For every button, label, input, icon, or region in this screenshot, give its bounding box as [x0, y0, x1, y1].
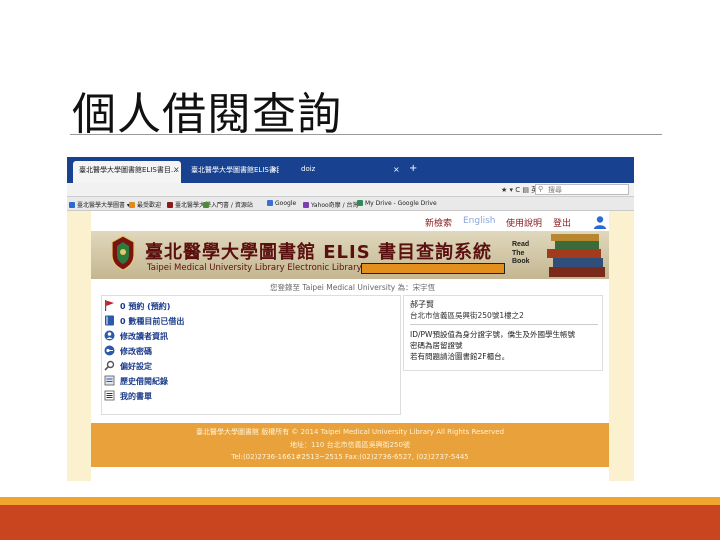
patron-name: 郝子賢 — [410, 300, 434, 309]
patron-menu: 0 預約 (預約) 0 數種目前已借出 修改讀者資訊 修改密碼 偏好設定 歷史借… — [101, 295, 401, 415]
flag-icon — [105, 300, 114, 311]
university-emblem-icon — [111, 235, 135, 271]
menu-label: 我的書單 — [120, 392, 152, 401]
read-the-book-label: Read The Book — [512, 241, 530, 265]
highlight-bar — [361, 263, 505, 274]
bookmark-item[interactable]: 入門書 / 資源站 — [203, 200, 253, 209]
menu-label: 偏好設定 — [120, 362, 152, 371]
banner-title: 臺北醫學大學圖書館 ELIS 書目查詢系統 — [145, 242, 492, 263]
bookmark-icon — [129, 202, 135, 208]
new-search-link[interactable]: 新檢索 — [425, 216, 452, 229]
key-icon — [104, 345, 115, 356]
bookmark-icon — [303, 202, 309, 208]
user-edit-icon — [104, 330, 115, 341]
menu-label: 0 預約 (預約) — [120, 302, 171, 311]
bookmark-item[interactable]: Yahoo奇摩 / 台灣 — [303, 200, 359, 209]
library-page: 新檢索 English 使用說明 登出 臺北醫學大學圖書館 ELIS 書目查詢系… — [91, 211, 609, 481]
top-links: 新檢索 English 使用說明 登出 — [91, 213, 609, 229]
menu-label: 歷史借閱紀錄 — [120, 377, 168, 386]
patron-address: 台北市信義區吳興街250號1樓之2 — [410, 311, 524, 320]
new-tab-icon[interactable]: + — [409, 163, 417, 174]
address-bar: ★ ▾ C ▤ 英巽 ⚲ 搜尋 — [67, 183, 634, 197]
tab-elis-2[interactable]: 臺北醫學大學圖書館ELIS書目… — [185, 161, 279, 183]
slide-footer-band — [0, 505, 720, 540]
slide-title: 個人借閱查詢 — [72, 89, 342, 140]
menu-label: 0 數種目前已借出 — [120, 317, 185, 326]
books-stack-icon — [547, 234, 605, 277]
tab-close-icon[interactable]: × — [393, 165, 400, 174]
list-icon — [104, 390, 115, 401]
tab-close-icon[interactable]: × — [271, 165, 278, 174]
bookmark-item[interactable]: My Drive - Google Drive — [357, 200, 437, 207]
banner-subtitle: Taipei Medical University Library Electr… — [147, 263, 362, 273]
search-icon — [104, 360, 115, 371]
info-note: ID/PW預設值為身分證字號，僑生及外國學生帳號 — [410, 330, 575, 339]
site-footer: 臺北醫學大學圖書館 版權所有 © 2014 Taipei Medical Uni… — [91, 423, 609, 467]
logout-link[interactable]: 登出 — [553, 216, 571, 229]
menu-label: 修改密碼 — [120, 347, 152, 356]
english-link[interactable]: English — [463, 216, 496, 226]
bookmark-item[interactable]: Google — [267, 200, 296, 207]
book-icon — [105, 315, 114, 326]
bookmark-icon — [203, 202, 209, 208]
bookmark-icon — [167, 202, 173, 208]
title-divider — [70, 134, 662, 135]
info-note: 密碼為居留證號 — [410, 341, 463, 350]
footer-address: 地址：110 台北市信義區吳興街250號 — [290, 441, 410, 449]
welcome-text: 您登錄至 Taipei Medical University 為：宋宇恆 — [270, 283, 436, 292]
history-icon — [104, 375, 115, 386]
browser-search-input[interactable]: ⚲ 搜尋 — [535, 184, 629, 195]
footer-copyright: 臺北醫學大學圖書館 版權所有 © 2014 Taipei Medical Uni… — [195, 428, 505, 436]
tab-close-icon[interactable]: × — [173, 165, 180, 174]
tab-doiz[interactable]: doiz — [295, 161, 385, 183]
slide-accent-stripe — [0, 497, 720, 505]
menu-label: 修改讀者資訊 — [120, 332, 168, 341]
site-banner: 臺北醫學大學圖書館 ELIS 書目查詢系統 Taipei Medical Uni… — [91, 231, 609, 279]
info-divider — [410, 324, 598, 325]
footer-contact: Tel:(02)2736-1661#2513~2515 Fax:(02)2736… — [231, 453, 469, 461]
browser-screenshot: 臺北醫學大學圖書館ELIS書目… × 臺北醫學大學圖書館ELIS書目… × do… — [67, 157, 634, 481]
info-note: 若有問題請洽圖書館2F櫃台。 — [410, 352, 510, 361]
tab-elis-1[interactable]: 臺北醫學大學圖書館ELIS書目… — [73, 161, 181, 183]
bookmark-item[interactable]: 臺北醫學大學圖書 ▾ — [69, 200, 130, 209]
patron-info-box: 郝子賢 台北市信義區吳興街250號1樓之2 ID/PW預設值為身分證字號，僑生及… — [403, 295, 603, 371]
bookmark-icon — [267, 200, 273, 206]
user-icon[interactable] — [593, 215, 607, 229]
help-link[interactable]: 使用說明 — [506, 216, 542, 229]
bookmark-icon — [357, 200, 363, 206]
search-icon: ⚲ — [538, 185, 544, 193]
search-placeholder: 搜尋 — [548, 186, 562, 194]
browser-tab-bar: 臺北醫學大學圖書館ELIS書目… × 臺北醫學大學圖書館ELIS書目… × do… — [67, 157, 634, 183]
bookmark-item[interactable]: 最受歡迎 — [129, 200, 161, 209]
bookmarks-bar: 臺北醫學大學圖書 ▾ 最受歡迎 臺北醫學大學 入門書 / 資源站 Google … — [67, 197, 634, 211]
bookmark-icon — [69, 202, 75, 208]
